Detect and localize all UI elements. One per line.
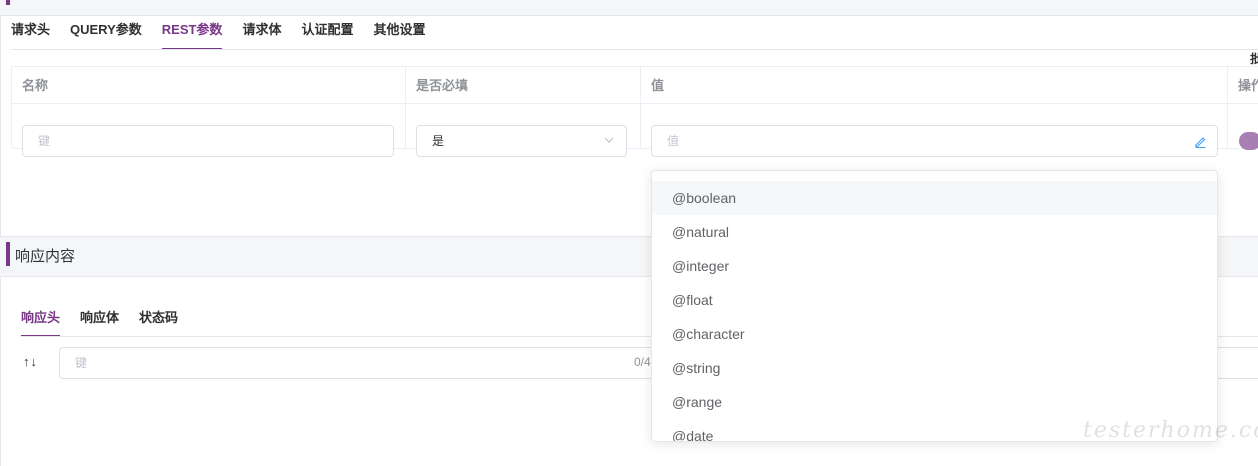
- char-counter: 0/4: [634, 355, 651, 369]
- chevron-down-icon: [604, 137, 614, 143]
- dropdown-option[interactable]: @natural: [652, 215, 1217, 249]
- batch-add-link[interactable]: 批: [1250, 50, 1258, 67]
- tab-query-params[interactable]: QUERY参数: [70, 20, 142, 50]
- tab-status-code[interactable]: 状态码: [139, 308, 178, 337]
- dropdown-option[interactable]: @boolean: [652, 181, 1217, 215]
- tab-request-body[interactable]: 请求体: [242, 20, 281, 50]
- dropdown-option[interactable]: @range: [652, 385, 1217, 419]
- required-select-value: 是: [432, 134, 445, 148]
- response-key-placeholder: 键: [75, 356, 88, 370]
- tab-response-headers[interactable]: 响应头: [21, 308, 61, 337]
- key-input[interactable]: 键: [22, 125, 394, 157]
- column-header-required: 是否必填: [406, 67, 641, 104]
- tab-request-headers[interactable]: 请求头: [11, 20, 50, 50]
- dropdown-option[interactable]: @string: [652, 351, 1217, 385]
- key-placeholder: 键: [38, 134, 51, 148]
- sort-arrows-icon[interactable]: ↑↓: [23, 354, 38, 369]
- response-tabs: 响应头 响应体 状态码: [21, 308, 198, 337]
- edit-icon[interactable]: [1194, 135, 1207, 148]
- response-section-title: 响应内容: [15, 248, 76, 265]
- tab-auth-config[interactable]: 认证配置: [301, 20, 353, 50]
- tab-response-body[interactable]: 响应体: [80, 308, 119, 337]
- tab-other-settings[interactable]: 其他设置: [373, 20, 425, 50]
- value-placeholder: 值: [667, 134, 680, 148]
- value-input[interactable]: 值: [651, 125, 1218, 157]
- section-accent-bar: [6, 242, 10, 266]
- watermark: testerhome.com: [1083, 418, 1258, 443]
- tabs-divider: [11, 49, 1258, 50]
- required-select[interactable]: 是: [416, 125, 627, 157]
- section-accent-bar: [6, 0, 10, 5]
- dropdown-option[interactable]: @character: [652, 317, 1217, 351]
- column-header-name: 名称: [12, 67, 406, 104]
- dropdown-option[interactable]: @integer: [652, 249, 1217, 283]
- enable-toggle[interactable]: [1239, 132, 1258, 150]
- dropdown-option[interactable]: @float: [652, 283, 1217, 317]
- column-header-ops: 操作: [1228, 67, 1258, 104]
- tab-rest-params[interactable]: REST参数: [161, 20, 222, 50]
- value-suggestion-dropdown: @boolean @natural @integer @float @chara…: [651, 170, 1218, 442]
- request-tabs: 请求头 QUERY参数 REST参数 请求体 认证配置 其他设置: [11, 20, 445, 50]
- column-header-value: 值: [641, 67, 1228, 104]
